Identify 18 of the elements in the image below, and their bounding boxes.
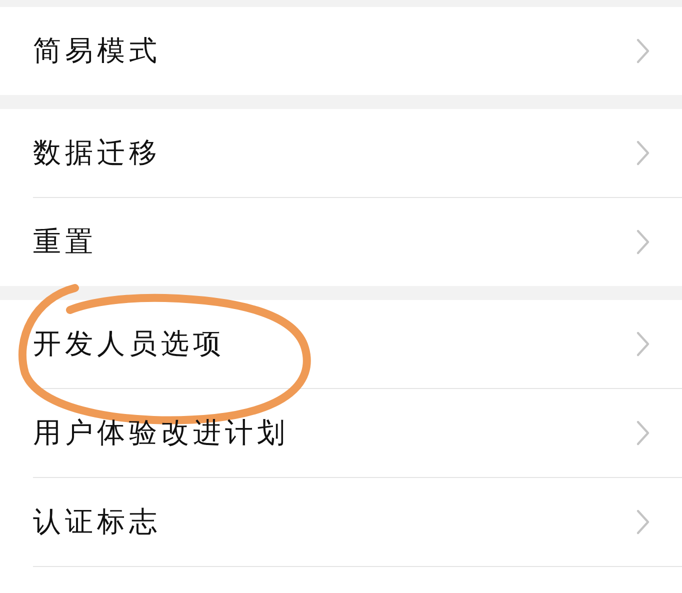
settings-item[interactable]: 简易模式 <box>33 7 682 95</box>
settings-item[interactable]: 认证标志 <box>33 478 682 567</box>
chevron-icon <box>636 331 650 357</box>
settings-item[interactable]: 重置 <box>33 198 682 286</box>
chevron-icon <box>636 38 650 64</box>
chevron-icon <box>636 229 650 255</box>
item-label: 数据迁移 <box>33 135 161 171</box>
item-label: 开发人员选项 <box>33 326 225 362</box>
chevron-icon <box>636 140 650 166</box>
item-label: 用户体验改进计划 <box>33 415 289 451</box>
item-label: 简易模式 <box>33 33 161 69</box>
chevron-icon <box>636 420 650 446</box>
settings-item[interactable]: 数据迁移 <box>33 109 682 198</box>
item-label: 重置 <box>33 224 97 260</box>
settings-item[interactable]: 用户体验改进计划 <box>33 389 682 478</box>
settings-item[interactable]: 开发人员选项 <box>33 300 682 389</box>
item-label: 认证标志 <box>33 504 161 540</box>
chevron-icon <box>636 509 650 535</box>
